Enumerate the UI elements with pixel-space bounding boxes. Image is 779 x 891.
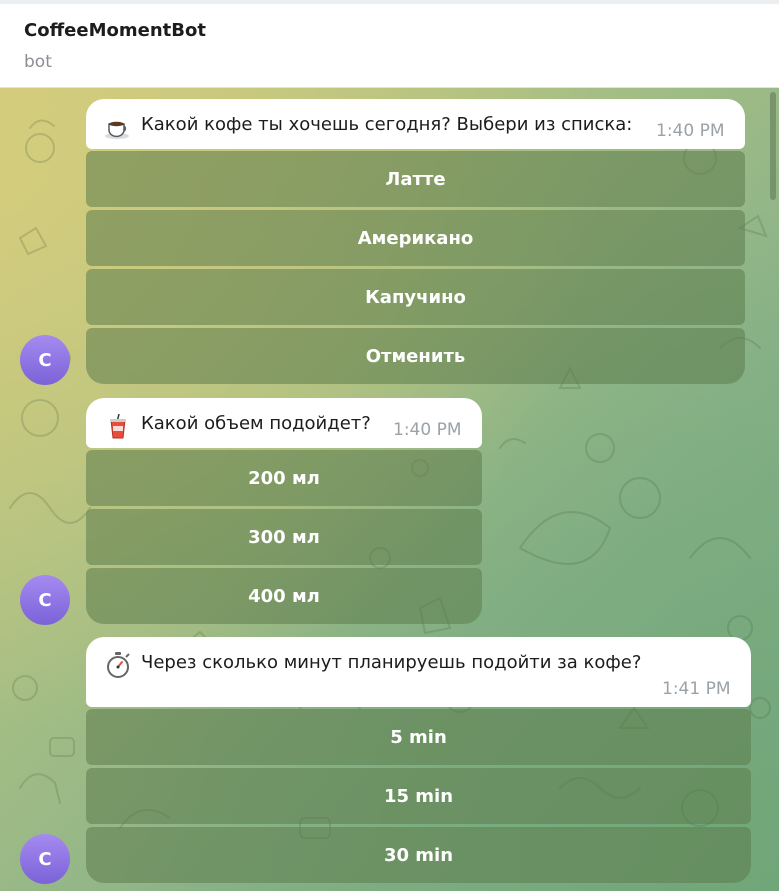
keyboard-button-cancel[interactable]: Отменить [86, 328, 745, 384]
chat-area[interactable]: Какой кофе ты хочешь сегодня? Выбери из … [0, 88, 779, 891]
message-text: Какой объем подойдет? [141, 413, 371, 434]
chat-title: CoffeeMomentBot [24, 20, 206, 41]
message-text: Какой кофе ты хочешь сегодня? Выбери из … [141, 114, 633, 135]
message-bubble: Какой кофе ты хочешь сегодня? Выбери из … [86, 99, 745, 149]
chat-header[interactable]: CoffeeMomentBot bot [0, 4, 779, 88]
keyboard-button-200ml[interactable]: 200 мл [86, 450, 482, 506]
keyboard-button-30min[interactable]: 30 min [86, 827, 751, 883]
keyboard-button-400ml[interactable]: 400 мл [86, 568, 482, 624]
message-bubble: Какой объем подойдет? 1:40 PM [86, 398, 482, 448]
keyboard-button-americano[interactable]: Американо [86, 210, 745, 266]
keyboard-button-latte[interactable]: Латте [86, 151, 745, 207]
chat-subtitle: bot [24, 52, 52, 72]
message-time: 1:40 PM [656, 121, 725, 141]
message-time: 1:41 PM [662, 679, 731, 699]
drink-cup-icon [110, 413, 126, 439]
coffee-cup-icon [105, 121, 129, 139]
message-time: 1:40 PM [393, 420, 462, 440]
avatar[interactable]: C [20, 834, 70, 884]
keyboard-button-5min[interactable]: 5 min [86, 709, 751, 765]
avatar[interactable]: C [20, 575, 70, 625]
keyboard-button-15min[interactable]: 15 min [86, 768, 751, 824]
keyboard-button-300ml[interactable]: 300 мл [86, 509, 482, 565]
stopwatch-icon [107, 652, 130, 678]
message-text: Через сколько минут планируешь подойти з… [141, 652, 642, 673]
chat-scrollbar[interactable] [770, 92, 776, 200]
avatar[interactable]: C [20, 335, 70, 385]
message-bubble: Через сколько минут планируешь подойти з… [86, 637, 751, 707]
keyboard-button-cappuccino[interactable]: Капучино [86, 269, 745, 325]
